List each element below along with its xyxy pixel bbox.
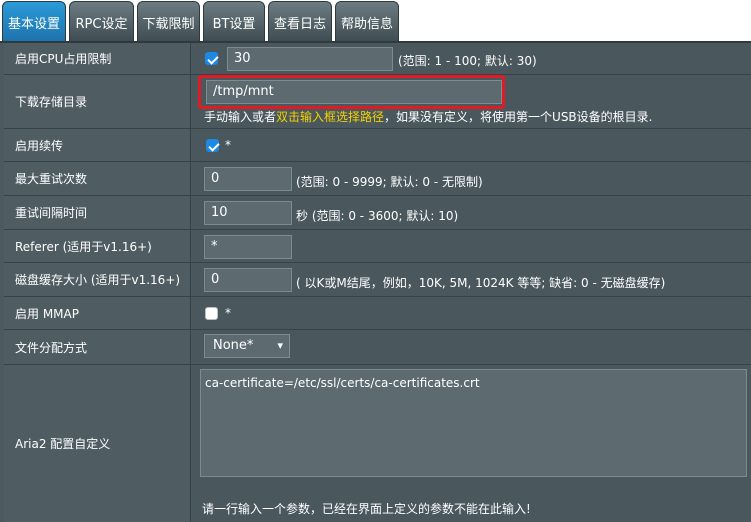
continue-label: 启用续传 bbox=[4, 129, 191, 161]
retry-interval-value-cell: 10 秒 (范围: 0 - 3600; 默认: 10) bbox=[192, 196, 751, 229]
retry-interval-label: 重试间隔时间 bbox=[4, 196, 191, 229]
row-mmap: 启用 MMAP * bbox=[4, 297, 751, 330]
tab-label: 下载限制 bbox=[142, 17, 195, 32]
tab-label: 帮助信息 bbox=[340, 17, 393, 32]
row-file-allocation: 文件分配方式 None* ▾ bbox=[4, 330, 751, 365]
cpu-limit-checkbox[interactable] bbox=[205, 52, 218, 65]
cpu-limit-value-cell: 30 (范围: 1 - 100; 默认: 30) bbox=[192, 43, 751, 74]
referer-input[interactable]: * bbox=[204, 235, 292, 259]
max-retries-note: (范围: 0 - 9999; 默认: 0 - 无限制) bbox=[296, 175, 483, 189]
row-disk-cache: 磁盘缓存大小 (适用于v1.16+) 0 ( 以K或M结尾，例如，10K, 5M… bbox=[4, 263, 751, 297]
retry-interval-input[interactable]: 10 bbox=[204, 201, 292, 225]
row-continue: 启用续传 * bbox=[4, 129, 751, 162]
max-retries-value-cell: 0 (范围: 0 - 9999; 默认: 0 - 无限制) bbox=[192, 162, 751, 195]
highlight-box bbox=[198, 75, 505, 109]
file-allocation-value-cell: None* ▾ bbox=[192, 330, 751, 364]
tab-label: BT设置 bbox=[212, 17, 256, 32]
max-retries-input[interactable]: 0 bbox=[204, 167, 292, 191]
row-cpu-limit: 启用CPU占用限制 30 (范围: 1 - 100; 默认: 30) bbox=[4, 43, 751, 75]
continue-checkbox[interactable] bbox=[206, 139, 219, 152]
disk-cache-input[interactable]: 0 bbox=[204, 268, 292, 292]
row-max-retries: 最大重试次数 0 (范围: 0 - 9999; 默认: 0 - 无限制) bbox=[4, 162, 751, 196]
custom-config-textarea[interactable]: ca-certificate=/etc/ssl/certs/ca-certifi… bbox=[200, 369, 747, 477]
tab-label: 基本设置 bbox=[7, 17, 60, 32]
tab-bar: 基本设置 RPC设定 下载限制 BT设置 查看日志 帮助信息 bbox=[0, 0, 751, 41]
file-allocation-select[interactable]: None* ▾ bbox=[204, 334, 290, 358]
referer-label: Referer (适用于v1.16+) bbox=[4, 230, 191, 262]
tab-bt-settings[interactable]: BT设置 bbox=[203, 1, 265, 41]
disk-cache-label: 磁盘缓存大小 (适用于v1.16+) bbox=[4, 263, 191, 296]
row-custom-config: Aria2 配置自定义 ca-certificate=/etc/ssl/cert… bbox=[4, 365, 751, 522]
row-retry-interval: 重试间隔时间 10 秒 (范围: 0 - 3600; 默认: 10) bbox=[4, 196, 751, 230]
tab-label: 查看日志 bbox=[273, 17, 326, 32]
hint-link: 双击输入框选择路径 bbox=[276, 110, 385, 124]
download-dir-hint: 手动输入或者双击输入框选择路径，如果没有定义，将使用第一个USB设备的根目录. bbox=[204, 108, 652, 125]
disk-cache-note: ( 以K或M结尾，例如，10K, 5M, 1024K 等等; 缺省: 0 - 无… bbox=[296, 276, 666, 290]
tab-download-limits[interactable]: 下载限制 bbox=[137, 1, 200, 41]
continue-star: * bbox=[225, 138, 231, 152]
tab-view-logs[interactable]: 查看日志 bbox=[268, 1, 332, 41]
disk-cache-value-cell: 0 ( 以K或M结尾，例如，10K, 5M, 1024K 等等; 缺省: 0 -… bbox=[192, 263, 751, 296]
retry-interval-note: 秒 (范围: 0 - 3600; 默认: 10) bbox=[296, 209, 459, 223]
hint-text: 手动输入或者 bbox=[204, 110, 277, 124]
custom-config-label: Aria2 配置自定义 bbox=[4, 365, 191, 522]
custom-config-value-cell: ca-certificate=/etc/ssl/certs/ca-certifi… bbox=[192, 365, 751, 522]
tab-help[interactable]: 帮助信息 bbox=[335, 1, 399, 41]
file-allocation-label: 文件分配方式 bbox=[4, 330, 191, 364]
cpu-limit-note: (范围: 1 - 100; 默认: 30) bbox=[398, 54, 537, 68]
mmap-value-cell: * bbox=[192, 297, 751, 329]
chevron-down-icon: ▾ bbox=[277, 339, 283, 352]
continue-value-cell: * bbox=[192, 129, 751, 161]
mmap-label: 启用 MMAP bbox=[4, 297, 191, 329]
cpu-limit-label: 启用CPU占用限制 bbox=[4, 43, 191, 74]
tab-rpc-settings[interactable]: RPC设定 bbox=[69, 1, 134, 41]
cpu-limit-input[interactable]: 30 bbox=[227, 47, 393, 71]
file-allocation-selected: None* bbox=[213, 338, 254, 353]
custom-config-hint: 请一行输入一个参数，已经在界面上定义的参数不能在此输入! bbox=[202, 502, 531, 516]
mmap-star: * bbox=[225, 306, 231, 320]
row-referer: Referer (适用于v1.16+) * bbox=[4, 230, 751, 263]
tab-basic-settings[interactable]: 基本设置 bbox=[2, 1, 66, 41]
download-dir-label: 下载存储目录 bbox=[4, 75, 191, 128]
mmap-checkbox[interactable] bbox=[205, 307, 218, 320]
referer-value-cell: * bbox=[192, 230, 751, 262]
tab-label: RPC设定 bbox=[75, 17, 128, 32]
max-retries-label: 最大重试次数 bbox=[4, 162, 191, 195]
hint-text: ，如果没有定义，将使用第一个USB设备的根目录. bbox=[384, 110, 653, 124]
